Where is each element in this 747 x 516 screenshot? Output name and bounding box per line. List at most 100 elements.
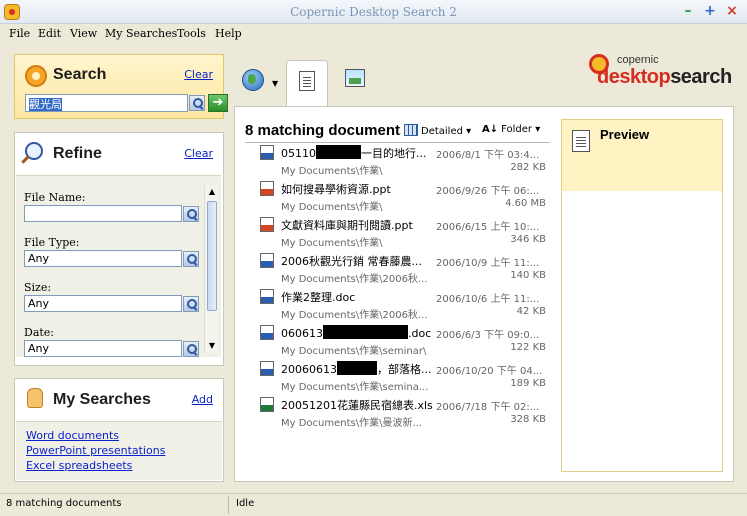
file-type-field[interactable]: Any	[24, 250, 182, 267]
word-file-icon	[260, 253, 274, 268]
scroll-down-icon[interactable]: ▼	[207, 341, 217, 351]
result-date: 2006/7/18 下午 02:...	[436, 402, 540, 413]
sort-label: Folder	[501, 124, 533, 135]
window-title: Copernic Desktop Search 2	[290, 5, 457, 19]
redaction-block	[337, 361, 377, 375]
file-name-field[interactable]	[24, 205, 182, 222]
excel-file-icon	[260, 397, 274, 412]
result-name-text: 20060613	[281, 363, 337, 376]
size-field[interactable]: Any	[24, 295, 182, 312]
tab-documents[interactable]	[286, 60, 328, 108]
my-searches-panel: My Searches Add Word documents PowerPoin…	[14, 378, 224, 482]
result-row[interactable]: 20060613 ，部落格... 2006/10/20 下午 04... My Doc…	[260, 359, 550, 395]
result-row[interactable]: 如何搜尋學術資源.ppt 2006/9/26 下午 06:... My Docume…	[260, 179, 550, 215]
word-file-icon	[260, 361, 274, 376]
logo-desktop-word: desktop	[597, 66, 671, 88]
result-row[interactable]: 文獻資料庫與期刊閱讀.ppt 2006/6/15 上午 10:... My Docu…	[260, 215, 550, 251]
menu-my-searches[interactable]: My Searches	[105, 27, 177, 40]
menu-tools[interactable]: Tools	[177, 27, 206, 40]
result-name-suffix: ，部落格...	[377, 363, 432, 376]
result-size: 140 KB	[510, 270, 546, 281]
search-magnifier-icon[interactable]	[189, 95, 205, 111]
search-input[interactable]: 觀光局	[25, 94, 188, 112]
result-name[interactable]: 如何搜尋學術資源.ppt	[281, 181, 456, 197]
sort-dropdown[interactable]: A↓ Folder ▾	[482, 124, 540, 135]
result-name[interactable]: 文獻資料庫與期刊閱讀.ppt	[281, 217, 456, 233]
file-name-label: File Name:	[24, 191, 86, 204]
chevron-down-icon[interactable]: ▼	[272, 79, 278, 88]
word-file-icon	[260, 145, 274, 160]
my-searches-add-link[interactable]: Add	[192, 393, 213, 406]
go-search-button[interactable]: ➔	[208, 94, 228, 112]
maximize-icon[interactable]: +	[702, 3, 718, 19]
title-bar: Copernic Desktop Search 2 – + ×	[0, 0, 747, 24]
refine-clear-link[interactable]: Clear	[184, 147, 213, 160]
result-row[interactable]: 060613 .doc 2006/6/3 下午 09:0... My Document…	[260, 323, 550, 359]
powerpoint-file-icon	[260, 181, 274, 196]
result-name-text: 060613	[281, 327, 323, 340]
refine-title: Refine	[53, 145, 102, 162]
copernic-logo: copernic desktopsearch	[589, 52, 737, 94]
saved-search-excel[interactable]: Excel spreadsheets	[26, 459, 132, 472]
result-size: 282 KB	[510, 162, 546, 173]
size-search-icon[interactable]	[183, 296, 199, 312]
status-bar: 8 matching documents Idle	[0, 493, 747, 516]
result-row[interactable]: 作業2整理.doc 2006/10/6 上午 11:... My Documents…	[260, 287, 550, 323]
result-date: 2006/6/3 下午 09:0...	[436, 330, 540, 341]
status-state: Idle	[236, 498, 255, 509]
search-clear-link[interactable]: Clear	[184, 68, 213, 81]
size-label: Size:	[24, 281, 52, 294]
saved-search-powerpoint[interactable]: PowerPoint presentations	[26, 444, 165, 457]
result-path: My Documents\作業\	[281, 202, 383, 213]
result-date: 2006/10/6 上午 11:...	[436, 294, 540, 305]
menu-help[interactable]: Help	[215, 27, 242, 40]
scroll-thumb[interactable]	[207, 201, 217, 311]
status-result-count: 8 matching documents	[6, 498, 122, 509]
word-file-icon	[260, 325, 274, 340]
result-name[interactable]: 20051201花蓮縣民宿總表.xls	[281, 397, 456, 413]
result-path: My Documents\作業\曼波新...	[281, 418, 423, 429]
close-icon[interactable]: ×	[724, 3, 740, 19]
result-name-suffix: 一目的地行...	[361, 147, 427, 160]
scroll-up-icon[interactable]: ▲	[207, 187, 217, 197]
result-size: 4.60 MB	[505, 198, 546, 209]
logo-copernic-text: copernic	[617, 54, 659, 66]
result-name[interactable]: 060613 .doc	[281, 325, 456, 340]
result-path: My Documents\作業\2006秋...	[281, 274, 428, 285]
view-mode-dropdown[interactable]: Detailed ▾	[404, 124, 471, 137]
magnifier-icon	[25, 142, 43, 160]
minimize-icon[interactable]: –	[680, 3, 696, 19]
file-name-search-icon[interactable]	[183, 206, 199, 222]
sort-az-icon: A↓	[482, 124, 499, 135]
menu-view[interactable]: View	[70, 27, 97, 40]
file-type-search-icon[interactable]	[183, 251, 199, 267]
result-row[interactable]: 2006秋觀光行銷 常春藤農... 2006/10/9 上午 11:... My D…	[260, 251, 550, 287]
logo-search-word: search	[670, 66, 732, 88]
detailed-view-icon	[404, 124, 418, 136]
refine-scrollbar[interactable]: ▲ ▼	[204, 185, 218, 353]
menu-edit[interactable]: Edit	[38, 27, 61, 40]
date-field[interactable]: Any	[24, 340, 182, 357]
date-search-icon[interactable]	[183, 341, 199, 357]
logo-product-text: desktopsearch	[597, 66, 732, 89]
tab-pictures-icon[interactable]	[345, 69, 365, 87]
result-name[interactable]: 05110 一目的地行...	[281, 145, 456, 161]
result-row[interactable]: 05110 一目的地行... 2006/8/1 下午 03:4... My Docum…	[260, 143, 550, 179]
menu-file[interactable]: File	[9, 27, 30, 40]
word-file-icon	[260, 289, 274, 304]
result-name-text: 作業2整理.doc	[281, 291, 356, 304]
result-name[interactable]: 20060613 ，部落格...	[281, 361, 456, 377]
status-divider	[228, 496, 229, 514]
result-size: 346 KB	[510, 234, 546, 245]
refine-fields: File Name: File Type: Any Size: Any Date…	[16, 175, 221, 357]
redaction-block	[323, 325, 408, 339]
result-name[interactable]: 作業2整理.doc	[281, 289, 456, 305]
result-path: My Documents\作業\	[281, 166, 383, 177]
saved-search-word[interactable]: Word documents	[26, 429, 119, 442]
globe-icon[interactable]	[242, 69, 264, 91]
result-name-suffix: .doc	[408, 327, 432, 340]
result-name[interactable]: 2006秋觀光行銷 常春藤農...	[281, 253, 456, 269]
result-path: My Documents\作業\semina...	[281, 382, 429, 393]
file-type-label: File Type:	[24, 236, 80, 249]
result-row[interactable]: 20051201花蓮縣民宿總表.xls 2006/7/18 下午 02:... My…	[260, 395, 550, 431]
